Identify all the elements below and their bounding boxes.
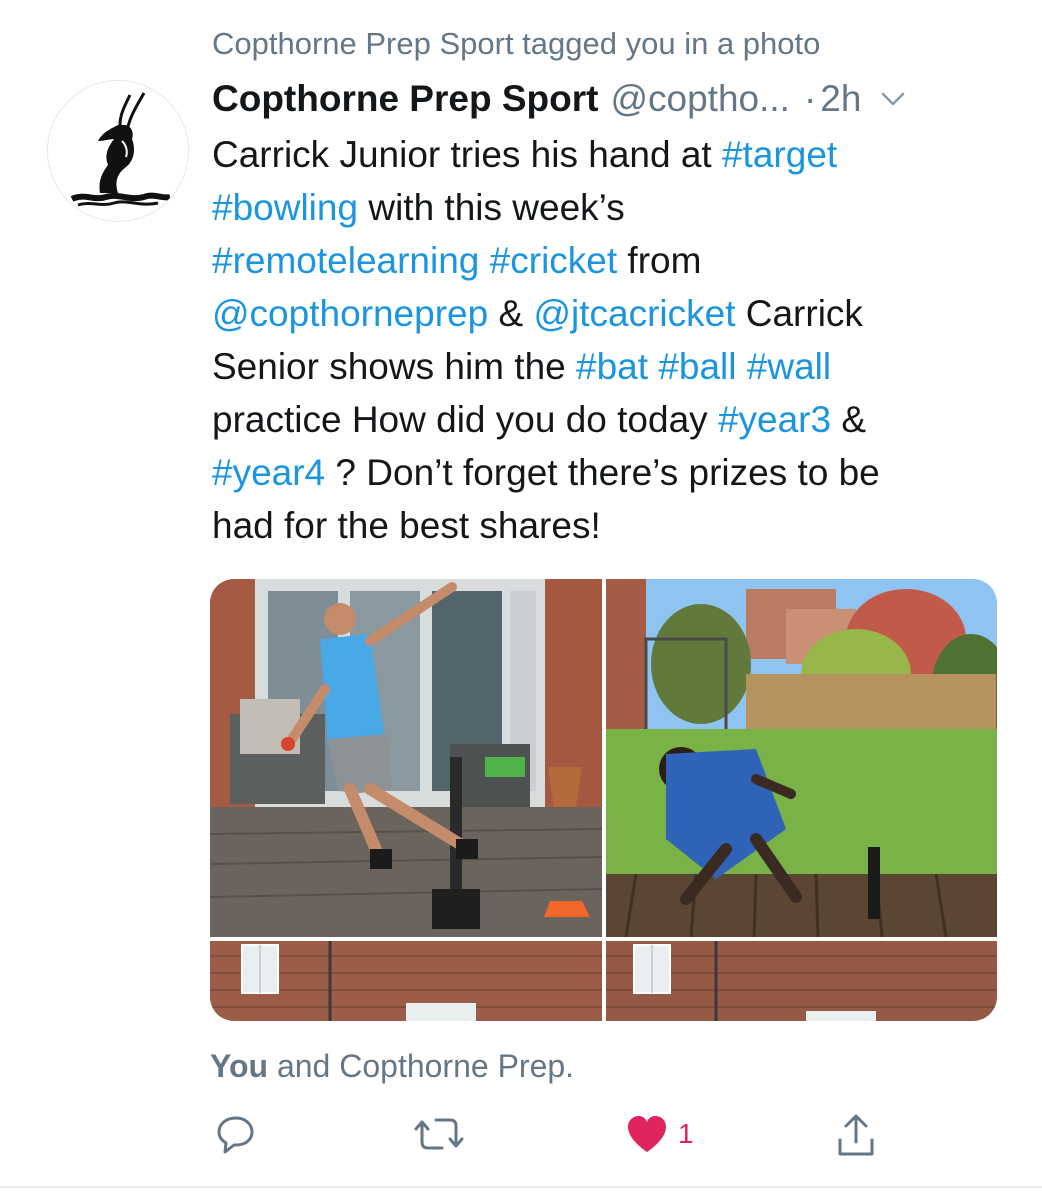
divider <box>0 1186 1042 1188</box>
like-button[interactable]: 1 <box>624 1112 694 1156</box>
hashtag-link[interactable]: #target <box>722 134 837 175</box>
tweet-text-segment: from <box>617 240 702 281</box>
mention-link[interactable]: @jtcacricket <box>533 293 735 334</box>
tweet-text-segment: Senior shows him the <box>212 346 577 387</box>
chevron-down-icon[interactable] <box>879 85 907 113</box>
hashtag-link[interactable]: #bat <box>576 346 648 387</box>
tweet-text-segment <box>648 346 658 387</box>
tweet-text-line: had for the best shares! <box>212 499 1012 552</box>
likes-summary-you: You <box>210 1048 269 1084</box>
hashtag-link[interactable]: #wall <box>747 346 831 387</box>
author-handle[interactable]: @coptho... <box>610 78 790 120</box>
hashtag-link[interactable]: #bowling <box>212 187 358 228</box>
tweet-text-line: Senior shows him the #bat #ball #wall <box>212 340 1012 393</box>
tweet-text-segment: with this week’s <box>358 187 625 228</box>
separator-dot: · <box>803 78 817 119</box>
reply-icon <box>217 1116 254 1154</box>
tweet-text-segment: & <box>488 293 534 334</box>
social-context: Copthorne Prep Sport tagged you in a pho… <box>212 26 821 61</box>
avatar[interactable] <box>47 80 189 222</box>
tweet-header: Copthorne Prep Sport @coptho... · 2h <box>212 74 1002 124</box>
tweet-text: Carrick Junior tries his hand at #target… <box>212 128 1012 552</box>
share-icon <box>838 1114 874 1156</box>
photo-wall-right[interactable] <box>606 941 997 1021</box>
photo-garden-bowling[interactable] <box>606 579 997 937</box>
tweet-text-segment <box>479 240 489 281</box>
tweet-actions: 1 <box>0 1112 1042 1172</box>
hashtag-link[interactable]: #year3 <box>718 399 831 440</box>
tweet-text-segment: & <box>831 399 867 440</box>
tweet-text-segment: practice How did you do today <box>212 399 718 440</box>
media-grid[interactable] <box>210 579 997 1021</box>
hashtag-link[interactable]: #cricket <box>490 240 617 281</box>
gazelle-logo-icon <box>48 81 188 221</box>
tweet-text-line: #year4 ? Don’t forget there’s prizes to … <box>212 446 1012 499</box>
likes-summary-rest: and Copthorne Prep. <box>268 1048 575 1084</box>
like-count: 1 <box>678 1118 694 1149</box>
tweet-text-segment: Carrick <box>735 293 863 334</box>
heart-icon <box>628 1116 666 1152</box>
tweet-text-line: practice How did you do today #year3 & <box>212 393 1012 446</box>
tweet-text-line: @copthorneprep & @jtcacricket Carrick <box>212 287 1012 340</box>
photo-wall-left[interactable] <box>210 941 602 1021</box>
tweet-text-segment <box>737 346 747 387</box>
tweet-text-line: Carrick Junior tries his hand at #target <box>212 128 1012 181</box>
mention-link[interactable]: @copthorneprep <box>212 293 488 334</box>
reply-button[interactable] <box>214 1112 258 1156</box>
tweet-text-line: #remotelearning #cricket from <box>212 234 1012 287</box>
photo-patio-bowling[interactable] <box>210 579 602 937</box>
share-button[interactable] <box>834 1112 878 1160</box>
author-display-name[interactable]: Copthorne Prep Sport <box>212 78 598 120</box>
tweet-text-segment: had for the best shares! <box>212 505 601 546</box>
hashtag-link[interactable]: #year4 <box>212 452 325 493</box>
retweet-button[interactable] <box>412 1112 466 1156</box>
tweet-text-line: #bowling with this week’s <box>212 181 1012 234</box>
tweet-timestamp[interactable]: 2h <box>820 78 861 120</box>
retweet-icon <box>414 1118 464 1150</box>
tweet-text-segment: Carrick Junior tries his hand at <box>212 134 722 175</box>
hashtag-link[interactable]: #remotelearning <box>212 240 479 281</box>
hashtag-link[interactable]: #ball <box>658 346 736 387</box>
likes-summary[interactable]: You and Copthorne Prep. <box>210 1048 574 1085</box>
tweet-text-segment: ? Don’t forget there’s prizes to be <box>325 452 880 493</box>
